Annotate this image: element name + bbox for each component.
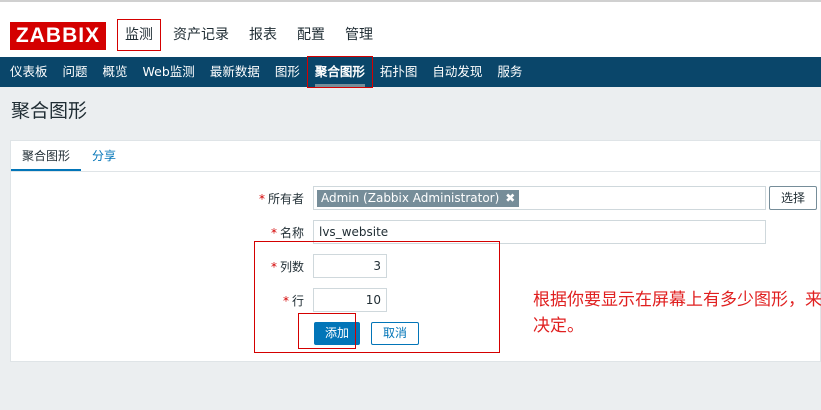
- sub-menu: 仪表板 问题 概览 Web监测 最新数据 图形 聚合图形 拓扑图 自动发现 服务: [0, 56, 821, 88]
- owner-multiselect[interactable]: Admin (Zabbix Administrator) ✖: [313, 186, 766, 210]
- owner-chip: Admin (Zabbix Administrator) ✖: [317, 190, 520, 207]
- main-menu-reports[interactable]: 报表: [242, 20, 284, 50]
- highlight-box-rows-columns: [254, 241, 500, 353]
- sub-menu-overview[interactable]: 概览: [96, 57, 135, 87]
- zabbix-logo[interactable]: ZABBIX: [10, 22, 106, 50]
- select-owner-button[interactable]: 选择: [769, 186, 817, 210]
- highlight-box-add-button: [298, 313, 356, 349]
- main-menu-administration[interactable]: 管理: [338, 20, 380, 50]
- annotation-note: 根据你要显示在屏幕上有多少图形，来决定。: [533, 290, 821, 336]
- name-label: * 名称: [240, 224, 304, 241]
- required-mark: *: [258, 192, 265, 206]
- remove-icon[interactable]: ✖: [505, 190, 515, 207]
- name-label-text: 名称: [279, 226, 304, 240]
- tab-sharing[interactable]: 分享: [81, 141, 127, 171]
- tab-bar: 聚合图形 分享: [11, 141, 820, 172]
- sub-menu-graphs[interactable]: 图形: [268, 57, 307, 87]
- tab-screen[interactable]: 聚合图形: [11, 141, 82, 171]
- sub-menu-latest-data[interactable]: 最新数据: [203, 57, 267, 87]
- sub-menu-services[interactable]: 服务: [490, 57, 529, 87]
- owner-label: * 所有者: [240, 190, 304, 207]
- owner-label-text: 所有者: [267, 192, 304, 206]
- main-menu: 监测 资产记录 报表 配置 管理: [117, 19, 386, 51]
- main-menu-configuration[interactable]: 配置: [290, 20, 332, 50]
- top-header: ZABBIX 监测 资产记录 报表 配置 管理: [0, 0, 821, 57]
- owner-chip-label: Admin (Zabbix Administrator): [321, 191, 500, 205]
- logo-text: ZABBIX: [15, 24, 101, 47]
- sub-menu-discovery[interactable]: 自动发现: [425, 57, 489, 87]
- required-mark: *: [270, 226, 277, 240]
- sub-menu-dashboard[interactable]: 仪表板: [3, 57, 55, 87]
- sub-menu-problems[interactable]: 问题: [56, 57, 95, 87]
- page-title: 聚合图形: [11, 100, 88, 122]
- main-menu-inventory[interactable]: 资产记录: [166, 20, 236, 50]
- sub-menu-screens[interactable]: 聚合图形: [306, 56, 373, 88]
- sub-menu-web[interactable]: Web监测: [136, 57, 202, 87]
- sub-menu-maps[interactable]: 拓扑图: [373, 57, 425, 87]
- main-menu-monitoring[interactable]: 监测: [117, 19, 161, 51]
